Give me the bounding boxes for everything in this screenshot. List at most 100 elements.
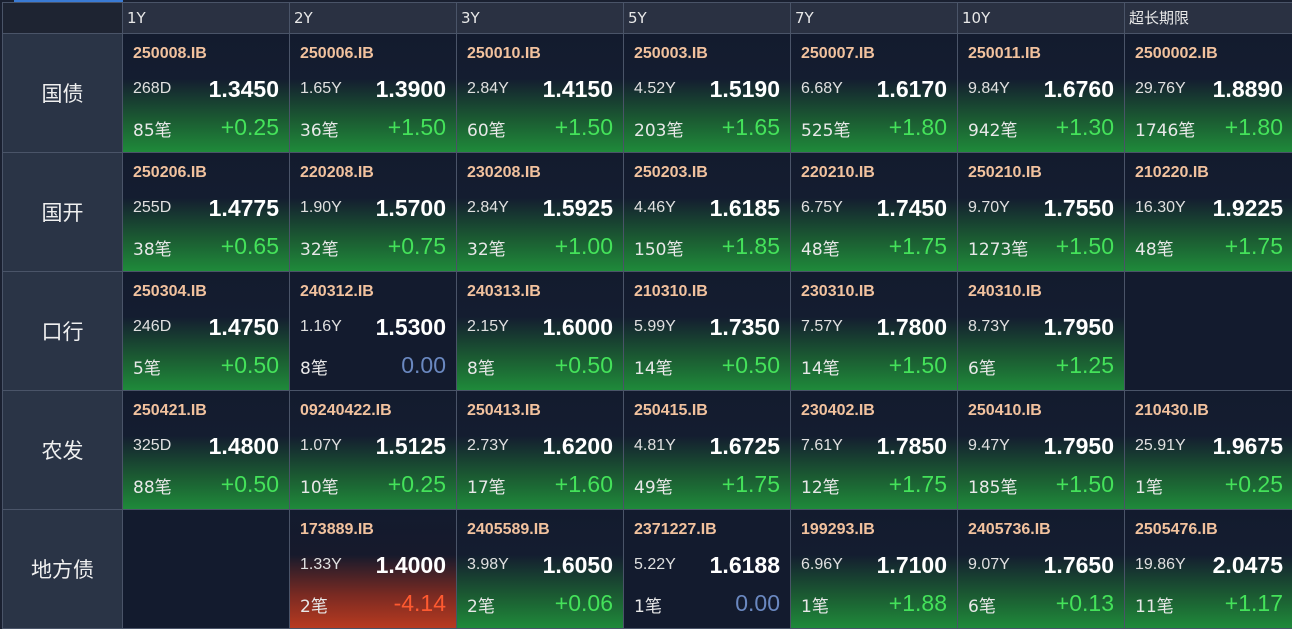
bond-quote-cell[interactable]: 2371227.IB 5.22Y 1.6188 1笔 0.00 <box>624 510 790 628</box>
remaining-term: 9.47Y <box>968 437 1010 454</box>
trade-count: 1笔 <box>634 597 662 617</box>
empty-cell <box>1125 272 1292 390</box>
bond-code: 250415.IB <box>634 402 708 419</box>
trade-count: 17笔 <box>467 478 506 498</box>
yield-change-bp: +0.50 <box>554 352 613 378</box>
trade-count: 5笔 <box>133 359 161 379</box>
bond-code: 199293.IB <box>801 521 875 538</box>
bond-quote-cell[interactable]: 2405736.IB 9.07Y 1.7650 6笔 +0.13 <box>958 510 1124 628</box>
bond-quote-cell[interactable]: 250304.IB 246D 1.4750 5笔 +0.50 <box>123 272 289 390</box>
bond-quote-cell[interactable]: 250003.IB 4.52Y 1.5190 203笔 +1.65 <box>624 34 790 152</box>
remaining-term: 2.84Y <box>467 80 509 97</box>
bond-quote-cell[interactable]: 250008.IB 268D 1.3450 85笔 +0.25 <box>123 34 289 152</box>
yield-value: 1.7950 <box>1043 314 1114 340</box>
yield-value: 1.7850 <box>876 433 947 459</box>
bond-quote-cell[interactable]: 250010.IB 2.84Y 1.4150 60笔 +1.50 <box>457 34 623 152</box>
yield-value: 1.6050 <box>542 552 613 578</box>
bond-quote-cell[interactable]: 199293.IB 6.96Y 1.7100 1笔 +1.88 <box>791 510 957 628</box>
bond-quote-cell[interactable]: 220210.IB 6.75Y 1.7450 48笔 +1.75 <box>791 153 957 271</box>
yield-change-bp: +1.17 <box>1224 590 1283 616</box>
bond-code: 250011.IB <box>968 45 1041 62</box>
bond-quote-cell[interactable]: 230208.IB 2.84Y 1.5925 32笔 +1.00 <box>457 153 623 271</box>
bond-quote-cell[interactable]: 210220.IB 16.30Y 1.9225 48笔 +1.75 <box>1125 153 1292 271</box>
bond-code: 250006.IB <box>300 45 374 62</box>
bond-code: 220210.IB <box>801 164 875 181</box>
empty-cell <box>123 510 289 628</box>
bond-quote-cell[interactable]: 250415.IB 4.81Y 1.6725 49笔 +1.75 <box>624 391 790 509</box>
yield-change-bp: +0.25 <box>220 114 279 140</box>
column-header[interactable]: 2Y <box>290 3 456 33</box>
row-header[interactable]: 国债 <box>3 34 122 152</box>
bond-quote-cell[interactable]: 210430.IB 25.91Y 1.9675 1笔 +0.25 <box>1125 391 1292 509</box>
trade-count: 32笔 <box>300 240 339 260</box>
bond-quote-cell[interactable]: 240312.IB 1.16Y 1.5300 8笔 0.00 <box>290 272 456 390</box>
bond-quote-cell[interactable]: 250011.IB 9.84Y 1.6760 942笔 +1.30 <box>958 34 1124 152</box>
bond-quote-cell[interactable]: 250413.IB 2.73Y 1.6200 17笔 +1.60 <box>457 391 623 509</box>
column-header[interactable]: 5Y <box>624 3 790 33</box>
bond-quote-cell[interactable]: 240313.IB 2.15Y 1.6000 8笔 +0.50 <box>457 272 623 390</box>
column-header[interactable]: 1Y <box>123 3 289 33</box>
yield-change-bp: +0.25 <box>387 471 446 497</box>
trade-count: 48笔 <box>801 240 840 260</box>
column-header[interactable]: 3Y <box>457 3 623 33</box>
row-header[interactable]: 口行 <box>3 272 122 390</box>
trade-count: 36笔 <box>300 121 339 141</box>
bond-quote-cell[interactable]: 230402.IB 7.61Y 1.7850 12笔 +1.75 <box>791 391 957 509</box>
remaining-term: 29.76Y <box>1135 80 1186 97</box>
yield-change-bp: +1.00 <box>554 233 613 259</box>
remaining-term: 2.84Y <box>467 199 509 216</box>
yield-change-bp: +1.80 <box>888 114 947 140</box>
column-header[interactable]: 10Y <box>958 3 1124 33</box>
row-header[interactable]: 农发 <box>3 391 122 509</box>
remaining-term: 1.33Y <box>300 556 342 573</box>
bond-quote-cell[interactable]: 250410.IB 9.47Y 1.7950 185笔 +1.50 <box>958 391 1124 509</box>
yield-change-bp: +1.65 <box>721 114 780 140</box>
remaining-term: 325D <box>133 437 172 454</box>
bond-quote-cell[interactable]: 220208.IB 1.90Y 1.5700 32笔 +0.75 <box>290 153 456 271</box>
bond-code: 2405736.IB <box>968 521 1051 538</box>
column-header[interactable]: 7Y <box>791 3 957 33</box>
trade-count: 525笔 <box>801 121 851 141</box>
remaining-term: 8.73Y <box>968 318 1010 335</box>
bond-code: 210310.IB <box>634 283 708 300</box>
row-header[interactable]: 国开 <box>3 153 122 271</box>
bond-quote-cell[interactable]: 2405589.IB 3.98Y 1.6050 2笔 +0.06 <box>457 510 623 628</box>
bond-quote-cell[interactable]: 250206.IB 255D 1.4775 38笔 +0.65 <box>123 153 289 271</box>
bond-code: 2371227.IB <box>634 521 717 538</box>
trade-count: 60笔 <box>467 121 506 141</box>
bond-quote-cell[interactable]: 250203.IB 4.46Y 1.6185 150笔 +1.85 <box>624 153 790 271</box>
bond-quote-cell[interactable]: 250006.IB 1.65Y 1.3900 36笔 +1.50 <box>290 34 456 152</box>
trade-count: 203笔 <box>634 121 684 141</box>
row-header[interactable]: 地方债 <box>3 510 122 628</box>
bond-quote-cell[interactable]: 250007.IB 6.68Y 1.6170 525笔 +1.80 <box>791 34 957 152</box>
remaining-term: 2.15Y <box>467 318 509 335</box>
yield-change-bp: +0.50 <box>721 352 780 378</box>
bond-quote-cell[interactable]: 173889.IB 1.33Y 1.4000 2笔 -4.14 <box>290 510 456 628</box>
yield-value: 1.7650 <box>1043 552 1114 578</box>
bond-code: 210430.IB <box>1135 402 1209 419</box>
bond-quote-cell[interactable]: 250421.IB 325D 1.4800 88笔 +0.50 <box>123 391 289 509</box>
bond-quote-cell[interactable]: 250210.IB 9.70Y 1.7550 1273笔 +1.50 <box>958 153 1124 271</box>
trade-count: 185笔 <box>968 478 1018 498</box>
trade-count: 85笔 <box>133 121 172 141</box>
bond-quote-cell[interactable]: 230310.IB 7.57Y 1.7800 14笔 +1.50 <box>791 272 957 390</box>
remaining-term: 268D <box>133 80 172 97</box>
trade-count: 14笔 <box>801 359 840 379</box>
bond-quote-cell[interactable]: 2505476.IB 19.86Y 2.0475 11笔 +1.17 <box>1125 510 1292 628</box>
bond-quote-cell[interactable]: 2500002.IB 29.76Y 1.8890 1746笔 +1.80 <box>1125 34 1292 152</box>
bond-quote-cell[interactable]: 240310.IB 8.73Y 1.7950 6笔 +1.25 <box>958 272 1124 390</box>
yield-value: 1.6185 <box>709 195 780 221</box>
yield-change-bp: +1.60 <box>554 471 613 497</box>
bond-code: 250010.IB <box>467 45 541 62</box>
header-corner <box>3 3 122 33</box>
yield-change-bp: +0.50 <box>220 471 279 497</box>
bond-code: 2500002.IB <box>1135 45 1218 62</box>
bond-quote-cell[interactable]: 210310.IB 5.99Y 1.7350 14笔 +0.50 <box>624 272 790 390</box>
bond-code: 230208.IB <box>467 164 541 181</box>
yield-change-bp: +1.50 <box>888 352 947 378</box>
yield-value: 1.7350 <box>709 314 780 340</box>
yield-value: 1.6760 <box>1043 76 1114 102</box>
bond-quote-cell[interactable]: 09240422.IB 1.07Y 1.5125 10笔 +0.25 <box>290 391 456 509</box>
yield-value: 1.4750 <box>208 314 279 340</box>
column-header[interactable]: 超长期限 <box>1125 3 1292 33</box>
